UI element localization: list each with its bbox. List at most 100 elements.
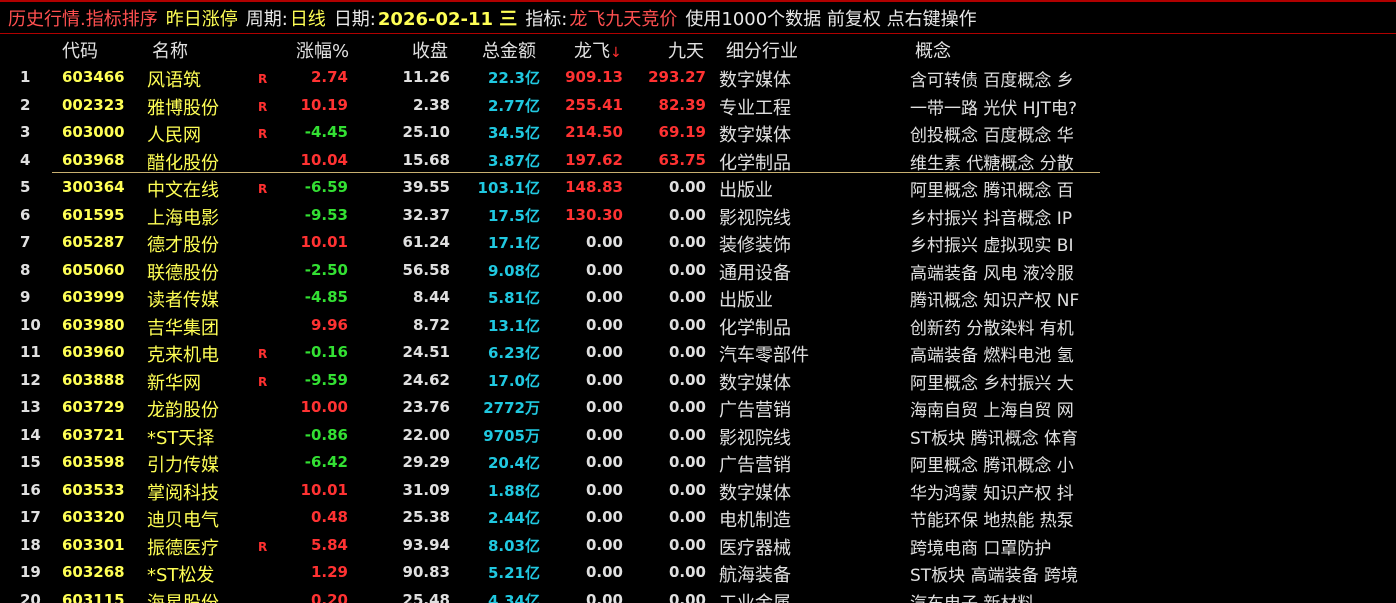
industry: 工业金属 [719,592,791,603]
col-concept[interactable]: 概念 [915,37,951,63]
concepts: 阿里概念 乡村振兴 大 [910,373,1074,394]
concepts: 汽车电子 新材料 [910,589,1110,603]
stock-code: 603320 [62,508,125,526]
concepts: ST板块 高端装备 跨境 [910,566,1078,586]
indicator-value[interactable]: 龙飞九天竞价 [569,5,677,31]
industry: 出版业 [719,180,773,201]
close-price: 22.00 [402,425,450,444]
stock-name: 读者传媒 [147,290,219,311]
date-value[interactable]: 2026-02-11 三 [378,5,517,31]
total-amount: 2.77亿 [487,96,540,115]
stock-name: *ST天择 [147,427,215,449]
change-pct: 0.20 [310,590,348,603]
row-number: 14 [20,425,41,444]
row-number: 8 [20,260,31,279]
col-change[interactable]: 涨幅% [296,37,349,63]
jiutian-value: 293.27 [648,68,706,86]
concepts: 节能环保 地热能 热泵 [910,511,1074,531]
table-header: 代码 名称 涨幅% 收盘 总金额 龙飞↓ 九天 细分行业 概念 [0,34,1396,63]
jiutian-value: 0.00 [668,260,706,279]
col-jiutian[interactable]: 九天 [668,37,704,63]
total-amount: 8.03亿 [487,536,540,555]
stock-name: 雅博股份 [147,97,219,119]
table-row[interactable]: 2 002323 雅博股份 R 10.19 2.38 2.77亿 255.41 82.39 专业工… [0,91,1396,119]
table-row[interactable]: 4 603968 醋化股份 10.04 15.68 3.87亿 197.62 63.75 化学制… [0,146,1396,174]
table-row[interactable]: 12 603888 新华网 R -9.59 24.62 17.0亿 0.00 0.00 数字媒体阿… [0,366,1396,394]
stock-code: 002323 [62,95,125,114]
jiutian-value: 0.00 [668,315,706,334]
table-row[interactable]: 14 603721 *ST天择 -0.86 22.00 9705万 0.00 0.00 影视院线… [0,421,1396,449]
table-row[interactable]: 8 605060 联德股份 -2.50 56.58 9.08亿 0.00 0.00 通用设备 高端… [0,256,1396,284]
stock-name: 人民网 [147,125,201,146]
table-row[interactable]: 15 603598 引力传媒 -6.42 29.29 20.4亿 0.00 0.00 广告营销 阿… [0,448,1396,476]
stock-code: 603115 [62,590,125,603]
table-row[interactable]: 3 603000 人民网 R -4.45 25.10 34.5亿 214.50 69.19 数字媒… [0,118,1396,146]
table-row[interactable]: 18 603301 振德医疗 R 5.84 93.94 8.03亿 0.00 0.00 医疗器械跨… [0,531,1396,559]
col-close[interactable]: 收盘 [412,37,448,63]
stock-code: 605060 [62,260,125,279]
jiutian-value: 0.00 [668,343,706,361]
table-row[interactable]: 20 603115 海星股份 0.20 25.48 4.34亿 0.00 0.00 工业金属 汽车… [0,586,1396,603]
period-value[interactable]: 日线 [290,5,326,31]
industry: 电机制造 [719,510,791,531]
close-price: 2.38 [412,95,450,114]
concepts: 维生素 代糖概念 分散 [910,153,1074,174]
longfei-value: 0.00 [585,425,623,444]
table-row[interactable]: 6 601595 上海电影 -9.53 32.37 17.5亿 130.30 0.00 影视院线… [0,201,1396,229]
total-amount: 34.5亿 [487,124,540,142]
concepts: 一带一路 光伏 HJT电? [910,98,1078,119]
jiutian-value: 0.00 [668,508,706,526]
industry: 化学制品 [719,152,791,174]
industry: 数字媒体 [719,482,791,504]
jiutian-value: 0.00 [668,370,706,389]
close-price: 32.37 [402,205,450,224]
col-amount[interactable]: 总金额 [482,37,536,63]
table-row[interactable]: 10 603980 吉华集团 9.96 8.72 13.1亿 0.00 0.00 化学制品 创新药… [0,311,1396,339]
longfei-value: 0.00 [585,315,623,334]
concepts: 创新药 分散染料 有机 [910,318,1074,339]
longfei-value: 0.00 [585,453,623,471]
table-row[interactable]: 7 605287 德才股份 10.01 61.24 17.1亿 0.00 0.00 装修装饰 乡村… [0,228,1396,256]
stock-code: 300364 [62,178,125,196]
table-row[interactable]: 13 603729 龙韵股份 10.00 23.76 2772万 0.00 0.00 广告营销 海… [0,393,1396,421]
change-pct: 2.74 [310,68,348,86]
stock-name: 克来机电 [147,345,219,366]
col-longfei[interactable]: 龙飞↓ [574,37,622,63]
total-amount: 17.1亿 [487,234,540,252]
close-price: 29.29 [402,453,450,471]
sort-desc-icon: ↓ [610,45,622,61]
title-filter[interactable]: 昨日涨停 [166,5,238,31]
change-pct: -2.50 [304,260,348,279]
col-name[interactable]: 名称 [152,37,188,63]
stock-code: 605287 [62,233,125,251]
stock-code: 603000 [62,123,125,141]
concepts: 含可转债 百度概念 乡 [910,71,1074,91]
close-price: 31.09 [402,480,450,499]
industry: 广告营销 [719,455,791,476]
concepts: ST板块 腾讯概念 体育 [910,428,1078,449]
table-row[interactable]: 9 603999 读者传媒 -4.85 8.44 5.81亿 0.00 0.00 出版业 腾讯概念… [0,283,1396,311]
row-number: 10 [20,315,41,334]
row-number: 12 [20,370,41,389]
col-industry[interactable]: 细分行业 [726,37,798,63]
stock-name: 风语筑 [147,70,201,91]
table-row[interactable]: 19 603268 *ST松发 1.29 90.83 5.21亿 0.00 0.00 航海装备 S… [0,558,1396,586]
table-row[interactable]: 1 603466 风语筑 R 2.74 11.26 22.3亿 909.13 293.27 数字媒… [0,63,1396,91]
table-row[interactable]: 17 603320 迪贝电气 0.48 25.38 2.44亿 0.00 0.00 电机制造 节能… [0,503,1396,531]
jiutian-value: 0.00 [668,233,706,251]
ranking-window: 历史行情.指标排序 昨日涨停 周期: 日线 日期: 2026-02-11 三 指… [0,0,1396,603]
row-number: 17 [20,508,41,526]
stock-name: *ST松发 [147,565,215,586]
jiutian-value: 0.00 [668,178,706,196]
table-row[interactable]: 11 603960 克来机电 R -0.16 24.51 6.23亿 0.00 0.00 汽车零部… [0,338,1396,366]
concepts: 腾讯概念 知识产权 NF [910,291,1080,311]
close-price: 8.72 [412,315,450,334]
col-code[interactable]: 代码 [62,37,98,63]
longfei-value: 0.00 [585,260,623,279]
industry: 数字媒体 [719,70,791,91]
title-bar: 历史行情.指标排序 昨日涨停 周期: 日线 日期: 2026-02-11 三 指… [0,0,1396,34]
table-row[interactable]: 5 300364 中文在线 R -6.59 39.55 103.1亿 148.83 0.00 出版… [0,173,1396,201]
table-row[interactable]: 16 603533 掌阅科技 10.01 31.09 1.88亿 0.00 0.00 数字媒体 华… [0,476,1396,504]
jiutian-value: 0.00 [668,453,706,471]
industry: 广告营销 [719,400,791,421]
